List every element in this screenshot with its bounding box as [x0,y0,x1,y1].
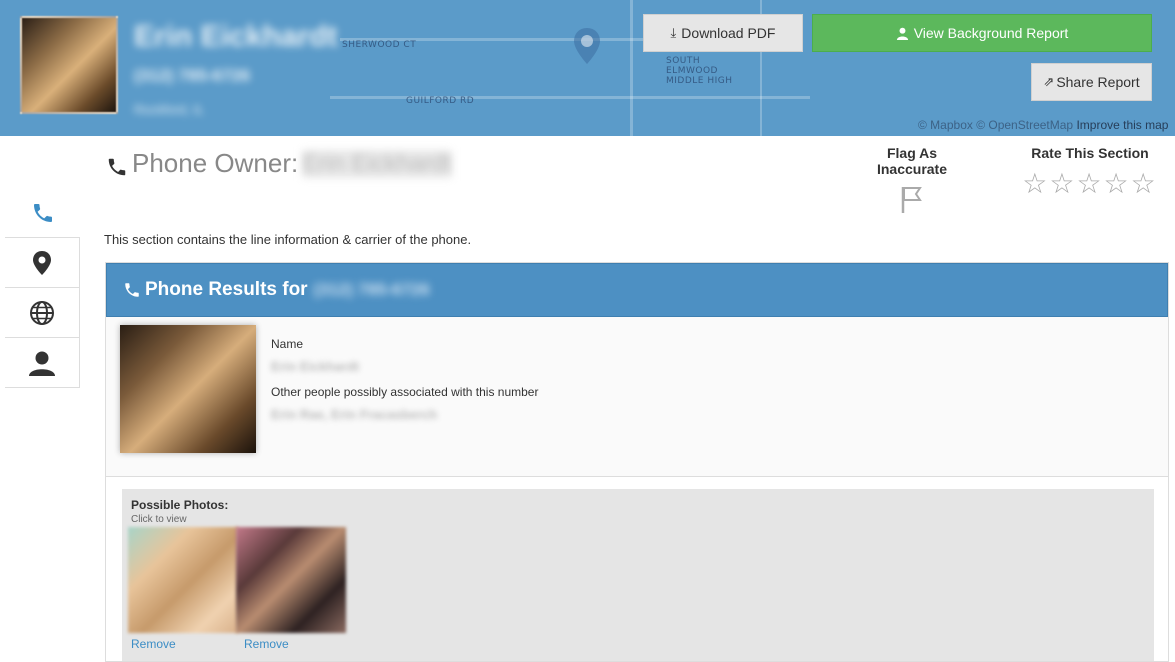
map-road [330,96,810,99]
result-photo[interactable] [120,325,256,453]
possible-photos: Possible Photos: Click to view Remove Re… [122,489,1154,661]
share-report-label: Share Report [1056,74,1140,90]
phone-results-panel: Phone Results for (312) 785-6726 Name Er… [105,262,1169,662]
nav-web[interactable] [5,288,80,338]
name-label: Name [271,337,304,351]
map-marker-icon [33,250,51,275]
map-label: SHERWOOD CT [342,40,417,50]
associated-label: Other people possibly associated with th… [271,385,539,399]
map-road [630,0,633,136]
phone-icon [108,158,126,175]
user-icon [896,27,908,40]
view-background-report-label: View Background Report [913,25,1069,41]
page-title-text: Phone Owner: [132,148,299,178]
photo-thumbnail[interactable] [236,527,346,633]
download-pdf-label: Download PDF [681,25,776,41]
nav-person[interactable] [5,338,80,388]
owner-name: Erin Eickhardt [302,149,452,178]
page-title: Phone Owner: Erin Eickhardt [106,148,452,179]
map-label: SOUTH ELMWOOD MIDDLE HIGH [666,56,733,86]
share-report-button[interactable]: ⇗ Share Report [1031,63,1152,101]
phone-icon [125,283,139,297]
flag-inaccurate[interactable]: Flag As Inaccurate [852,145,972,220]
flag-icon[interactable] [900,185,924,215]
rate-section: Rate This Section ☆☆☆☆☆ [1010,145,1170,200]
globe-icon [30,300,54,325]
remove-photo-link[interactable]: Remove [244,637,289,651]
avatar [20,16,118,114]
header-name: Erin Eickhardt [134,20,338,53]
panel-header: Phone Results for (312) 785-6726 [106,263,1168,317]
flag-label: Flag As Inaccurate [876,145,948,177]
person-icon [29,351,55,376]
panel-title: Phone Results for [145,279,308,300]
map-pin-icon [574,28,600,64]
section-nav [5,188,80,388]
attribution-text[interactable]: © Mapbox © OpenStreetMap [918,118,1073,132]
result-details: Name Erin Eickhardt Other people possibl… [106,317,1168,477]
nav-phone[interactable] [5,188,80,238]
phone-icon [33,203,52,222]
nav-location[interactable] [5,238,80,288]
map-label: GUILFORD RD [406,96,475,106]
photos-hint: Click to view [131,514,187,525]
improve-map-link[interactable]: Improve this map [1076,118,1168,132]
photo-thumbnail[interactable] [128,527,238,633]
download-pdf-button[interactable]: ⤓ Download PDF [643,14,803,52]
panel-phone: (312) 785-6726 [313,280,430,299]
section-description: This section contains the line informati… [104,232,472,247]
header-phone: (312) 785-6726 [134,66,251,85]
header-location: Rockford, IL [134,102,205,117]
remove-photo-link[interactable]: Remove [131,637,176,651]
name-value: Erin Eickhardt [271,359,360,374]
rate-label: Rate This Section [1031,145,1149,161]
download-icon: ⤓ [670,25,677,40]
header-banner: SHERWOOD CT SOUTH ELMWOOD MIDDLE HIGH GU… [0,0,1175,136]
map-attribution[interactable]: © Mapbox © OpenStreetMap Improve this ma… [918,118,1168,132]
view-background-report-button[interactable]: View Background Report [812,14,1152,52]
share-icon: ⇗ [1043,74,1055,89]
associated-value: Erin Rae, Erin Fracasberch [271,407,438,422]
star-rating[interactable]: ☆☆☆☆☆ [1010,167,1170,200]
photos-title: Possible Photos: [131,498,229,512]
